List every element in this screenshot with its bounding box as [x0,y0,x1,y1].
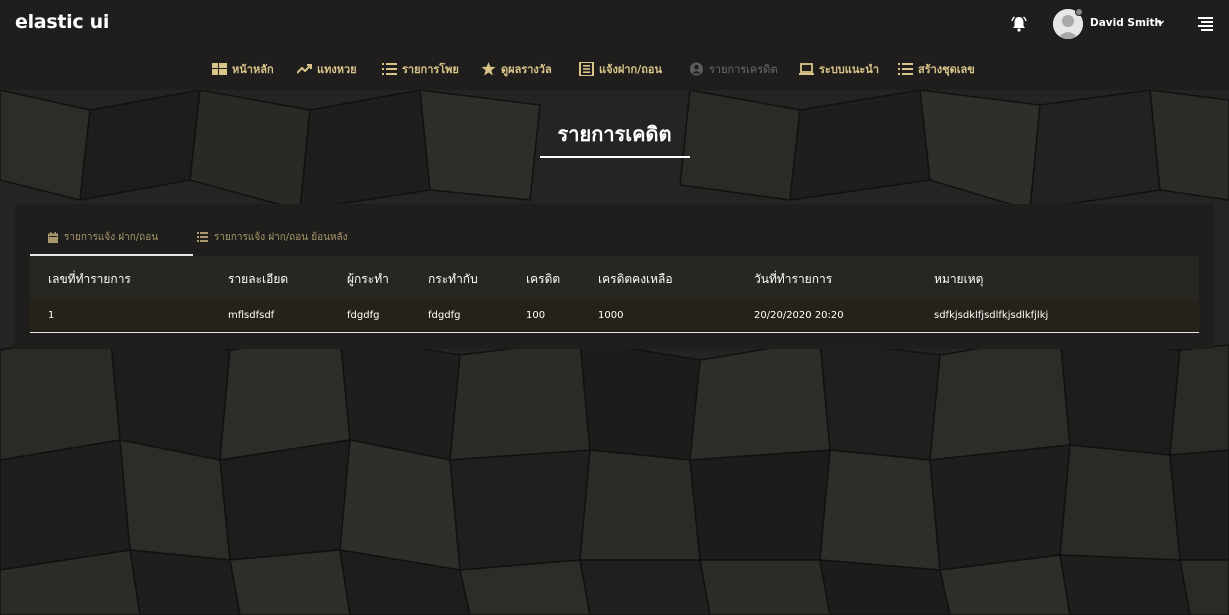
table-cell: 1 [48,310,55,321]
table-header: เลขที่ทำรายการ รายละเอียด ผู้กระทำ กระทำ… [30,256,1199,301]
tab-label: รายการแจ้ง ฝาก/ถอน ย้อนหลัง [214,231,348,243]
table-cell: 1000 [598,310,624,321]
list-icon [898,63,913,75]
table-cell: 100 [526,310,546,321]
nav-item-label: ดูผลรางวัล [501,63,552,76]
chevron-down-icon[interactable] [1156,18,1165,27]
title-underline [540,156,690,158]
nav-item-label: รายการเครดิต [709,63,778,76]
table-cell: sdfkjsdklfjsdlfkjsdlkfjlkj [934,310,1049,321]
page-title: รายการเคดิต [557,122,672,146]
credit-panel: รายการแจ้ง ฝาก/ถอน รายการแจ้ง ฝาก/ถอน ย้… [15,204,1214,349]
nav-item-label: แจ้งฝาก/ถอน [599,63,662,76]
column-header[interactable]: เลขที่ทำรายการ [48,270,131,289]
background-pattern [0,90,1229,615]
nav-item-home[interactable]: หน้าหลัก [212,61,274,77]
tab-deposit-withdraw[interactable]: รายการแจ้ง ฝาก/ถอน [48,227,158,247]
nav-item-results[interactable]: ดูผลรางวัล [481,61,552,77]
table-cell: mflsdfsdf [228,310,275,321]
book-icon [579,62,594,76]
nav-item-number-set[interactable]: สร้างชุดเลข [898,61,975,77]
status-dot [1075,8,1083,16]
nav-item-slips[interactable]: รายการโพย [382,61,459,77]
table-cell: fdgdfg [428,310,461,321]
laptop-icon [799,63,814,75]
column-header[interactable]: หมายเหตุ [934,270,983,289]
nav-item-label: ระบบแนะนำ [819,63,879,76]
column-header[interactable]: เครดิตคงเหลือ [598,270,673,289]
nav-item-bet[interactable]: แทงหวย [297,61,357,77]
column-header[interactable]: เครดิต [526,270,560,289]
list-icon [197,232,208,242]
tab-label: รายการแจ้ง ฝาก/ถอน [64,231,159,243]
nav-item-deposit-withdraw[interactable]: แจ้งฝาก/ถอน [579,61,662,77]
table-cell: 20/20/2020 20:20 [754,310,844,321]
table-cell: fdgdfg [347,310,380,321]
nav-item-credit[interactable]: รายการเครดิต [689,61,778,77]
bell-icon[interactable] [1010,15,1028,33]
calendar-icon [48,231,58,243]
brand-logo[interactable]: elastic ui [15,11,109,33]
tab-deposit-withdraw-history[interactable]: รายการแจ้ง ฝาก/ถอน ย้อนหลัง [197,227,348,247]
menu-icon[interactable] [1198,17,1213,31]
list-icon [382,63,397,75]
column-header[interactable]: รายละเอียด [228,270,288,289]
nav-item-label: รายการโพย [402,63,459,76]
nav-item-label: แทงหวย [317,63,357,76]
dashboard-icon [212,63,227,75]
star-icon [481,62,496,76]
column-header[interactable]: ผู้กระทำ [347,270,389,289]
top-bar: elastic ui David Smith [0,0,1229,48]
user-circle-icon [690,62,703,76]
column-header[interactable]: วันที่ทำรายการ [754,270,832,289]
nav-item-referral[interactable]: ระบบแนะนำ [799,61,879,77]
table-row[interactable]: 1 mflsdfsdf fdgdfg fdgdfg 100 1000 20/20… [30,301,1199,333]
user-name[interactable]: David Smith [1090,17,1162,29]
column-header[interactable]: กระทำกับ [428,270,478,289]
nav-item-label: สร้างชุดเลข [918,63,975,76]
trending-up-icon [297,64,312,74]
main-nav: หน้าหลัก แทงหวย รายการโพย ดูผลรางวัล แจ้… [0,48,1229,90]
nav-item-label: หน้าหลัก [232,63,274,76]
